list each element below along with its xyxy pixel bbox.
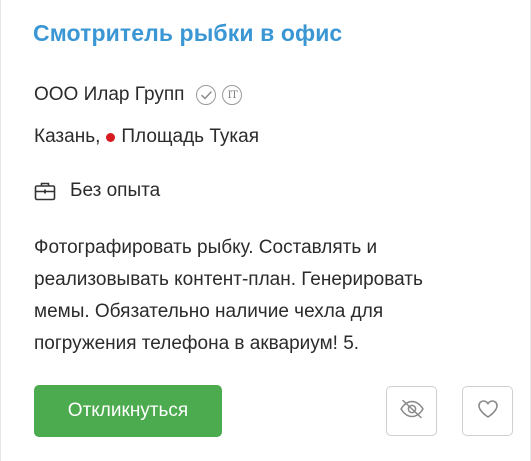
metro-line-icon — [106, 132, 116, 142]
heart-icon — [477, 399, 499, 424]
experience-row: Без опыта — [34, 178, 160, 204]
briefcase-icon — [34, 181, 56, 201]
verified-check-icon[interactable] — [196, 85, 217, 105]
description-line: реализовывать контент-план. Генерировать — [34, 269, 423, 290]
company-name[interactable]: ООО Илар Групп — [34, 84, 184, 106]
vacancy-description: Фотографировать рыбку. Составлять и реал… — [34, 232, 504, 360]
description-line: Фотографировать рыбку. Составлять и — [34, 237, 378, 258]
eye-slash-icon — [399, 399, 425, 424]
it-badge-text: IT — [227, 89, 238, 101]
it-accreditation-icon[interactable]: IT — [222, 85, 243, 105]
hide-vacancy-button[interactable] — [386, 386, 437, 436]
vacancy-card: Смотритель рыбки в офис ООО Илар Групп I… — [0, 0, 531, 461]
vacancy-title[interactable]: Смотритель рыбки в офис — [33, 20, 342, 47]
description-line: мемы. Обязательно наличие чехла для — [34, 301, 384, 322]
metro-station-label: Площадь Тукая — [121, 126, 259, 147]
description-line: погружения телефона в аквариум! 5. — [34, 333, 360, 354]
company-row: ООО Илар Групп IT — [34, 82, 248, 108]
location-row: Казань, Площадь Тукая — [34, 124, 259, 150]
experience-label: Без опыта — [70, 180, 161, 201]
city-label: Казань, — [34, 126, 101, 147]
favorite-button[interactable] — [462, 386, 513, 436]
respond-button[interactable]: Откликнуться — [34, 385, 222, 437]
